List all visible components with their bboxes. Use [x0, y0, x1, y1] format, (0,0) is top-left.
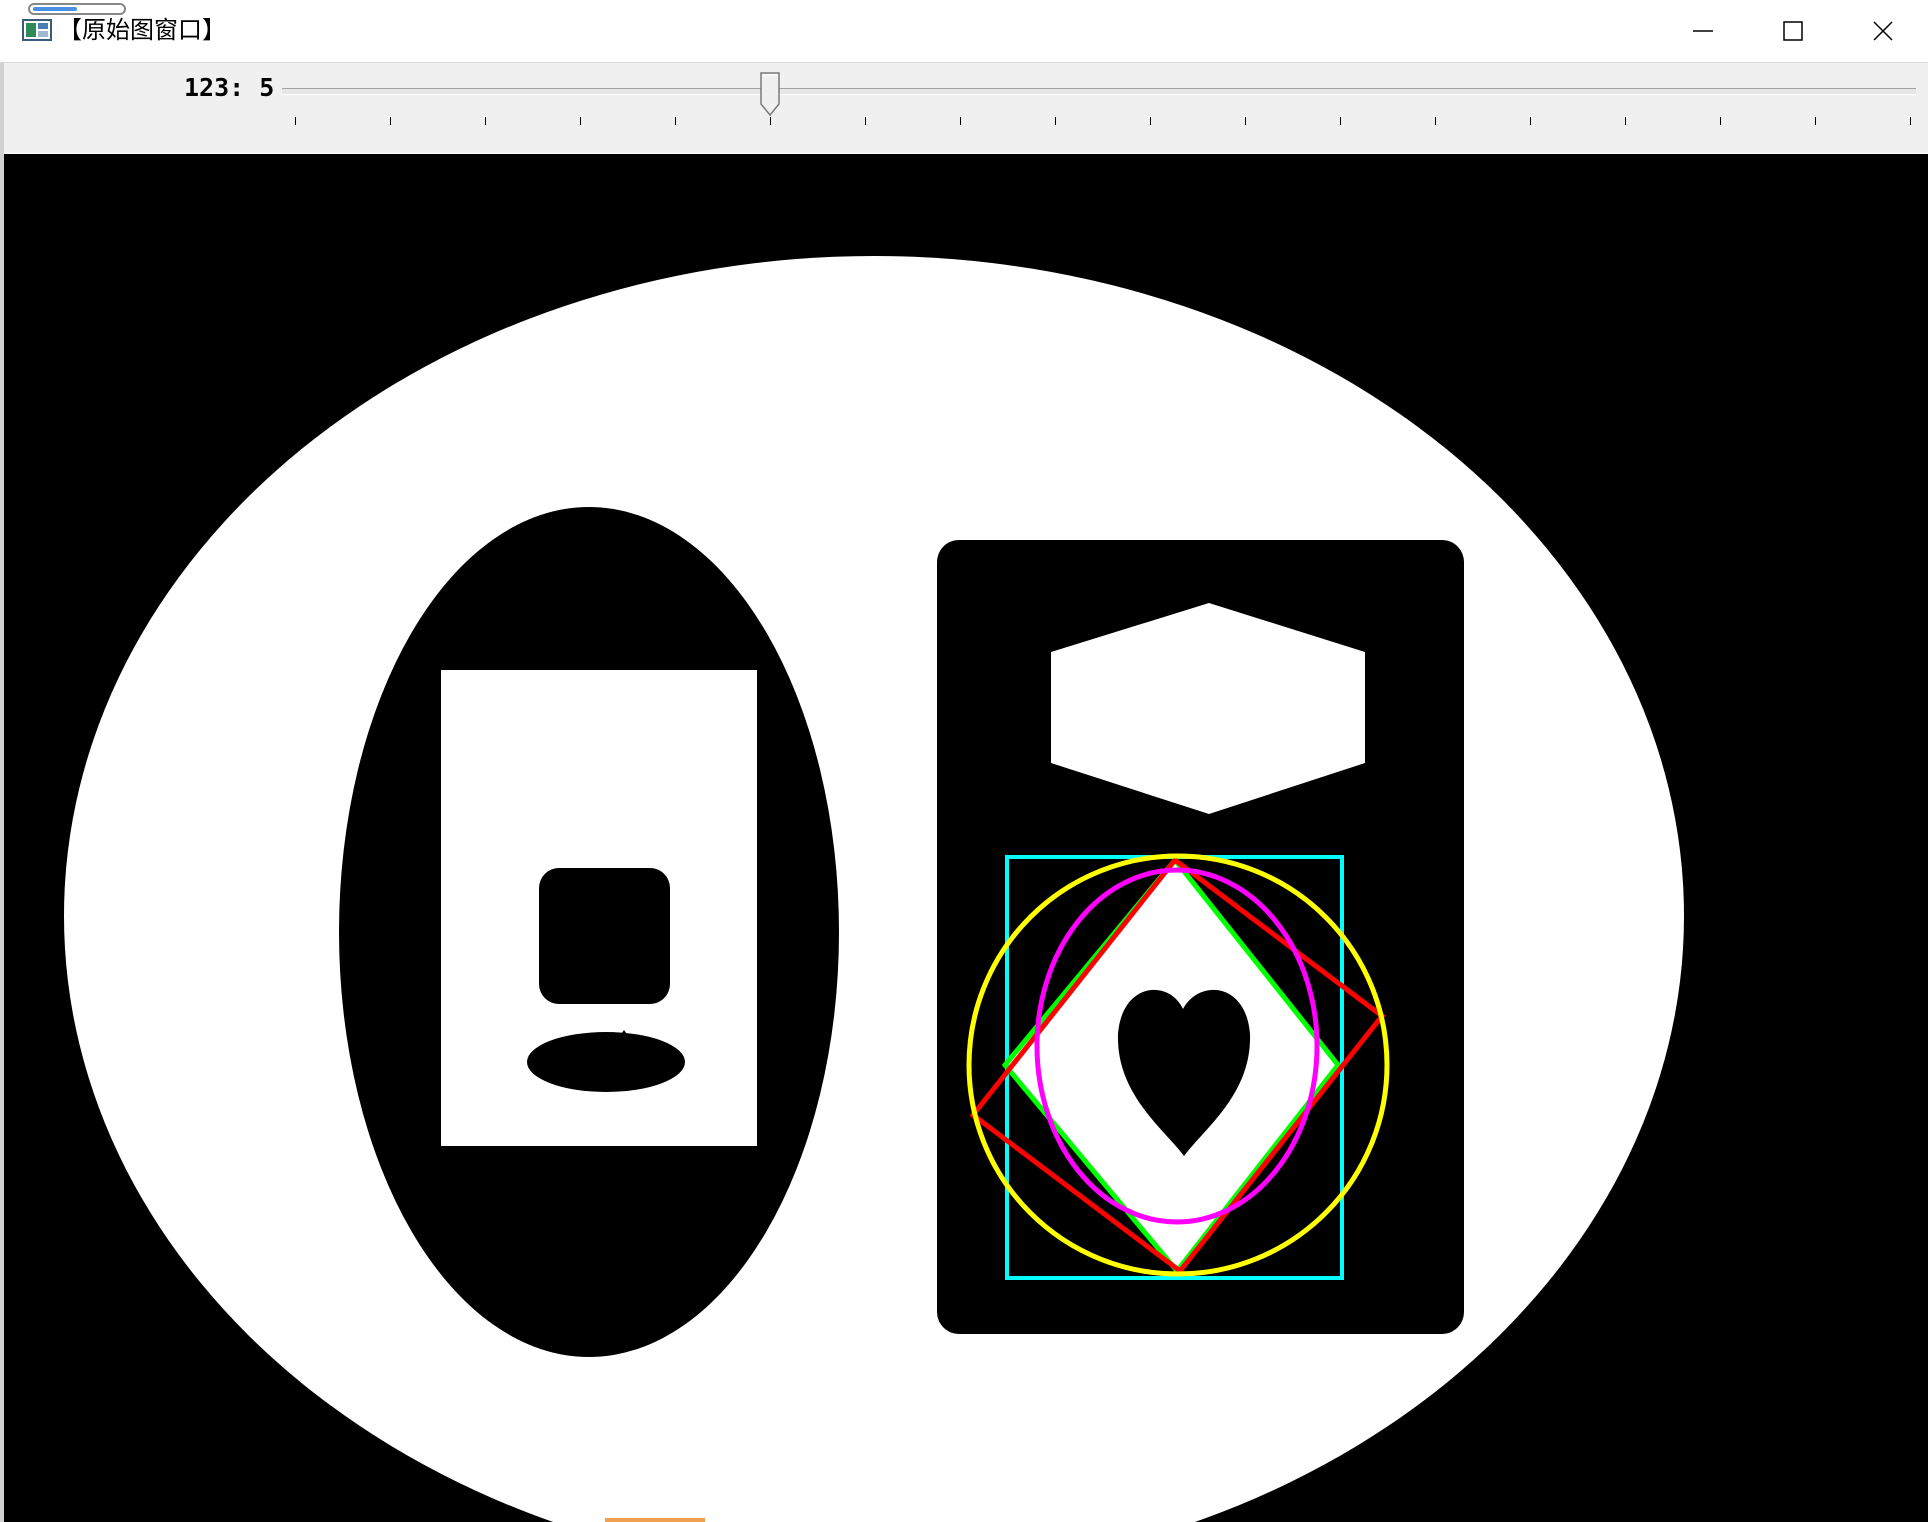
trackbar: 123: 5	[4, 63, 1928, 153]
title-bar[interactable]: 【原始图窗口】	[0, 0, 1928, 63]
maximize-icon	[1783, 21, 1803, 41]
trackbar-tick	[1815, 117, 1816, 125]
trackbar-tick	[1530, 117, 1531, 125]
taskbar-accent-bottom	[605, 1518, 705, 1522]
opencv-window: 【原始图窗口】 123: 5	[0, 0, 1928, 1522]
image-canvas	[4, 154, 1928, 1522]
trackbar-tick	[865, 117, 866, 125]
trackbar-tick	[675, 117, 676, 125]
trackbar-tick	[1435, 117, 1436, 125]
trackbar-tick	[770, 117, 771, 125]
trackbar-tick	[390, 117, 391, 125]
trackbar-tick	[485, 117, 486, 125]
trackbar-tick	[1055, 117, 1056, 125]
window-title: 【原始图窗口】	[58, 16, 226, 44]
trackbar-track[interactable]	[282, 88, 1916, 95]
close-icon	[1873, 21, 1893, 41]
minimize-button[interactable]	[1658, 0, 1748, 62]
trackbar-label: 123: 5	[184, 73, 275, 102]
trackbar-tick	[1720, 117, 1721, 125]
minimize-icon	[1693, 30, 1713, 32]
trackbar-tick	[1245, 117, 1246, 125]
trackbar-tick	[960, 117, 961, 125]
trackbar-tick	[1340, 117, 1341, 125]
trackbar-tick	[1150, 117, 1151, 125]
black-small-ellipse	[527, 1032, 685, 1092]
trackbar-thumb[interactable]	[760, 72, 780, 116]
trackbar-tick	[1910, 117, 1911, 125]
result-image	[4, 154, 1928, 1522]
trackbar-tick	[1625, 117, 1626, 125]
close-button[interactable]	[1838, 0, 1928, 62]
trackbar-tick	[295, 117, 296, 125]
maximize-button[interactable]	[1748, 0, 1838, 62]
trackbar-tick	[580, 117, 581, 125]
rounded-black-square	[539, 868, 670, 1004]
app-icon	[22, 19, 52, 41]
